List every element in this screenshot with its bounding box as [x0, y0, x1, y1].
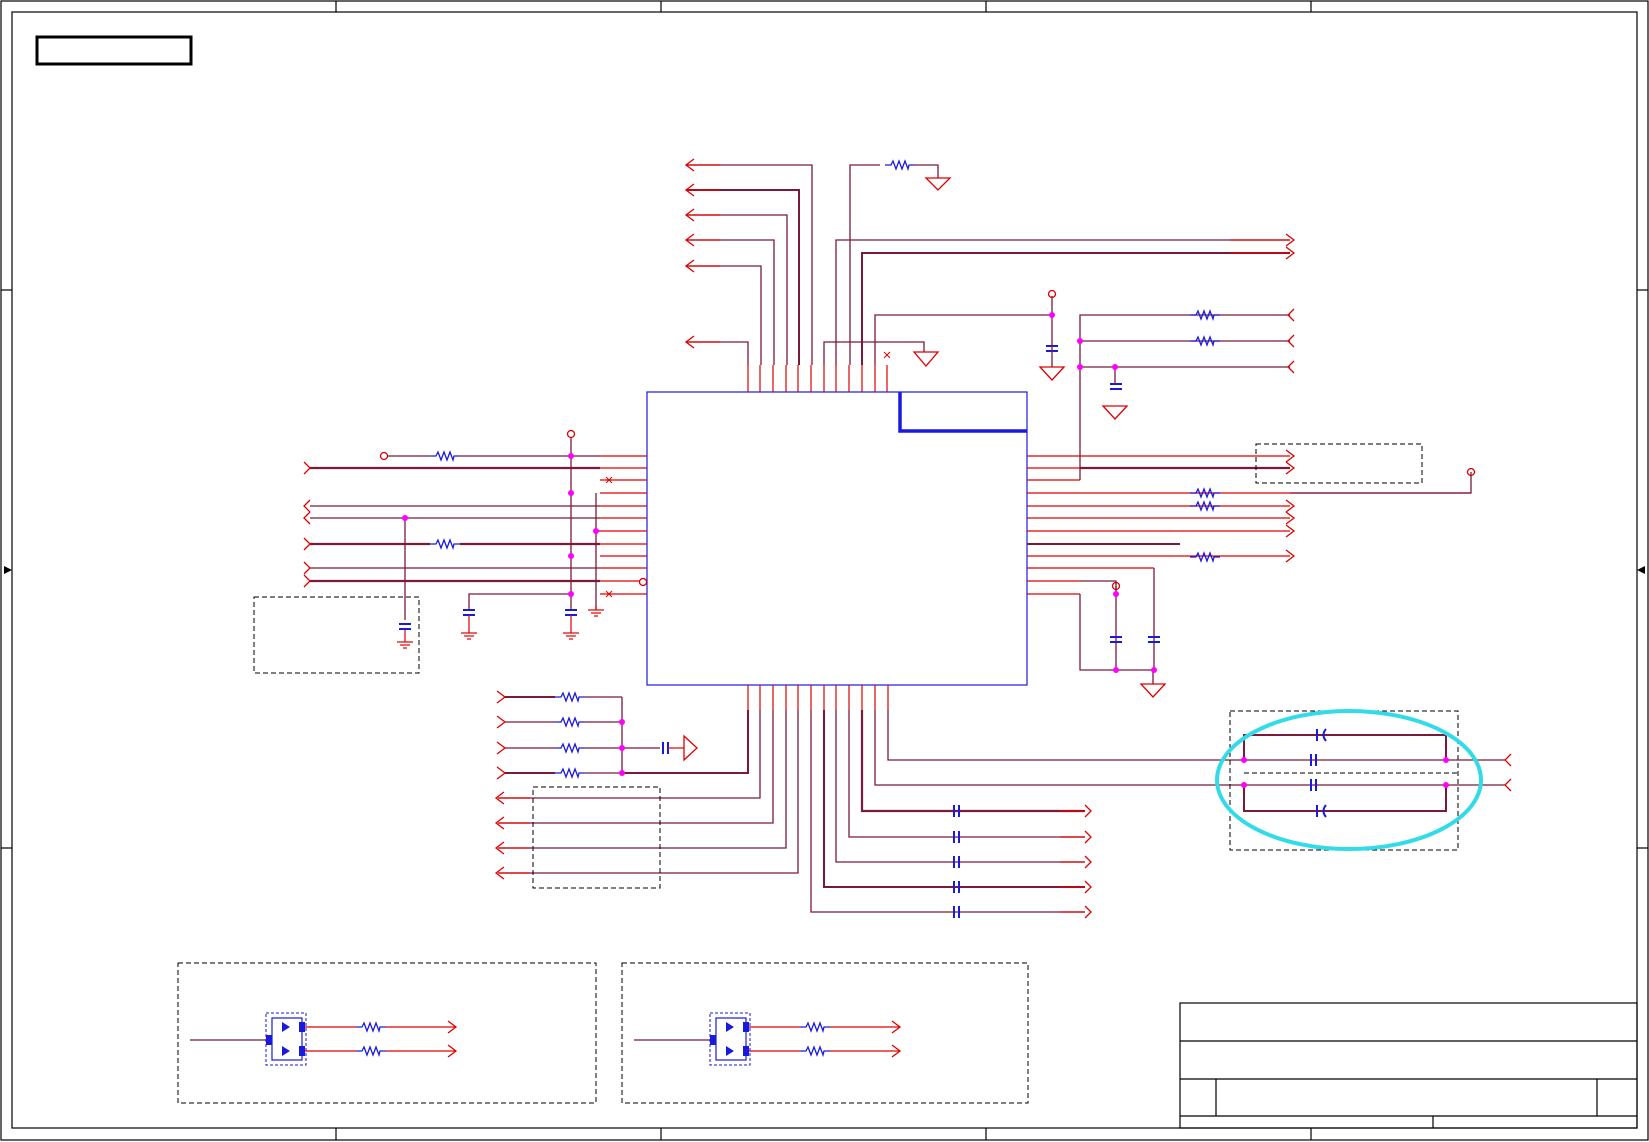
highlight-ellipse	[1215, 709, 1483, 851]
resistor-icon	[884, 160, 916, 170]
capacitor-icon	[1110, 636, 1160, 643]
resistor-icon	[1189, 310, 1221, 320]
top-res-net	[915, 164, 939, 178]
resistor-icon	[554, 743, 586, 753]
schematic-sheet	[0, 0, 1649, 1141]
dashed-box-ac-coupling	[1229, 710, 1459, 851]
no-connect-icon	[883, 351, 891, 359]
top-nets	[686, 164, 1290, 365]
dashed-box-right-top	[1255, 443, 1423, 484]
main-ic	[646, 391, 1028, 686]
resistor-icon	[1189, 488, 1221, 498]
offpage-connector-icon	[1285, 308, 1296, 563]
zone-arrows	[4, 566, 1645, 574]
left-pin-stubs	[600, 455, 647, 595]
bottom-pin-stubs	[747, 685, 889, 710]
resistor-icon	[554, 692, 586, 702]
resistor-icon	[429, 539, 461, 549]
dashed-box-left	[253, 596, 420, 674]
ground-icon	[397, 606, 604, 649]
capacitor-icon	[399, 609, 577, 630]
esd-block-right	[621, 962, 1029, 1104]
page-label-box	[35, 35, 193, 66]
power-rail-icon	[638, 577, 648, 587]
tvs-diode-array-icon	[265, 1012, 307, 1066]
resistor-icon	[554, 768, 586, 778]
esd-block-left	[177, 962, 597, 1104]
resistor-icon	[1189, 336, 1221, 346]
offpage-connector-icon	[1504, 753, 1512, 792]
right-pin-stubs	[1027, 455, 1471, 595]
resistor-icon	[1189, 501, 1221, 511]
resistor-icon	[1189, 552, 1221, 562]
bottom-red-wires	[498, 797, 1085, 913]
top-pin-stubs	[747, 365, 888, 392]
resistor-icon	[554, 717, 586, 727]
ground-icon	[683, 734, 698, 762]
bottom-nets	[498, 710, 1240, 913]
left-nets	[310, 437, 600, 620]
resistor-icon	[429, 451, 461, 461]
offpage-connector-icon	[494, 690, 1092, 919]
capacitor-icon	[662, 742, 669, 754]
bottom-left-res-nets	[505, 696, 660, 774]
ground-icon	[912, 177, 1167, 698]
sheet-border	[0, 0, 1649, 1141]
right-nets	[1027, 314, 1472, 684]
tvs-diode-array-icon	[709, 1012, 751, 1066]
no-connect-icon	[605, 476, 613, 598]
offpage-connector-icon	[303, 461, 311, 588]
title-block	[1179, 1002, 1638, 1129]
